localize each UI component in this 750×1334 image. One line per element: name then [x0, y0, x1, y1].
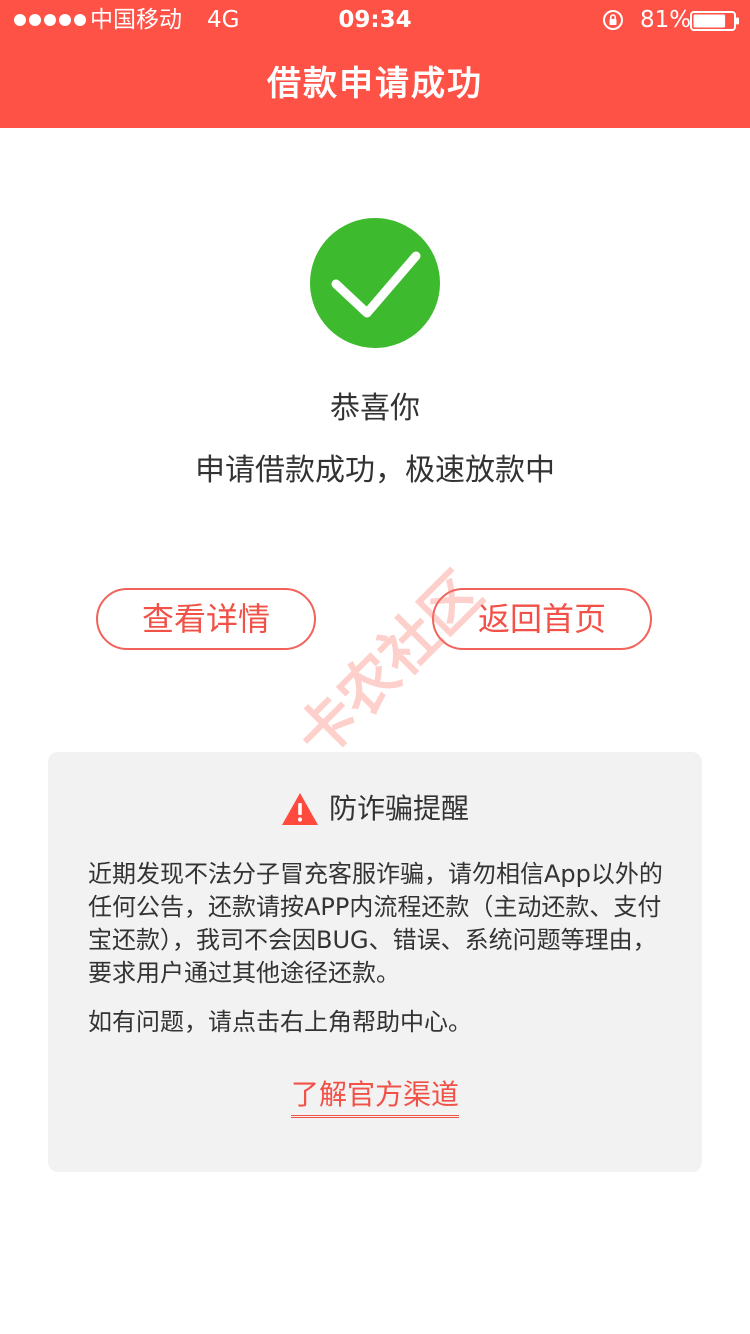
anti-fraud-notice-card: 防诈骗提醒 近期发现不法分子冒充客服诈骗，请勿相信App以外的任何公告，还款请按… [48, 752, 702, 1172]
success-message: 申请借款成功，极速放款中 [195, 453, 555, 488]
congrats-text: 恭喜你 [330, 391, 420, 426]
warning-triangle-icon [281, 793, 318, 825]
checkmark-circle-icon [310, 218, 440, 348]
loan-success-page: 中国移动 4G 09:34 81% 借款申请成功 恭喜你 申请借款成功，极速放款… [0, 0, 750, 1334]
battery-percent: 81% [640, 7, 692, 33]
back-home-button[interactable]: 返回首页 [432, 588, 652, 650]
notice-heading: 防诈骗提醒 [48, 788, 702, 830]
battery-icon [690, 11, 739, 31]
status-bar: 中国移动 4G 09:34 81% [0, 0, 750, 40]
header: 中国移动 4G 09:34 81% 借款申请成功 [0, 0, 750, 128]
page-title: 借款申请成功 [267, 64, 483, 104]
view-details-button[interactable]: 查看详情 [96, 588, 316, 650]
watermark: 卡农社区 [283, 558, 496, 771]
official-channels-link[interactable]: 了解官方渠道 [290, 1076, 459, 1118]
official-channels-link-row: 了解官方渠道 [48, 1076, 702, 1118]
notice-title: 防诈骗提醒 [328, 792, 469, 825]
status-time: 09:34 [338, 7, 412, 33]
notice-body: 近期发现不法分子冒充客服诈骗，请勿相信App以外的任何公告，还款请按APP内流程… [88, 860, 663, 987]
notice-help-text: 如有问题，请点击右上角帮助中心。 [88, 1008, 472, 1036]
rotation-lock-icon [603, 10, 623, 30]
